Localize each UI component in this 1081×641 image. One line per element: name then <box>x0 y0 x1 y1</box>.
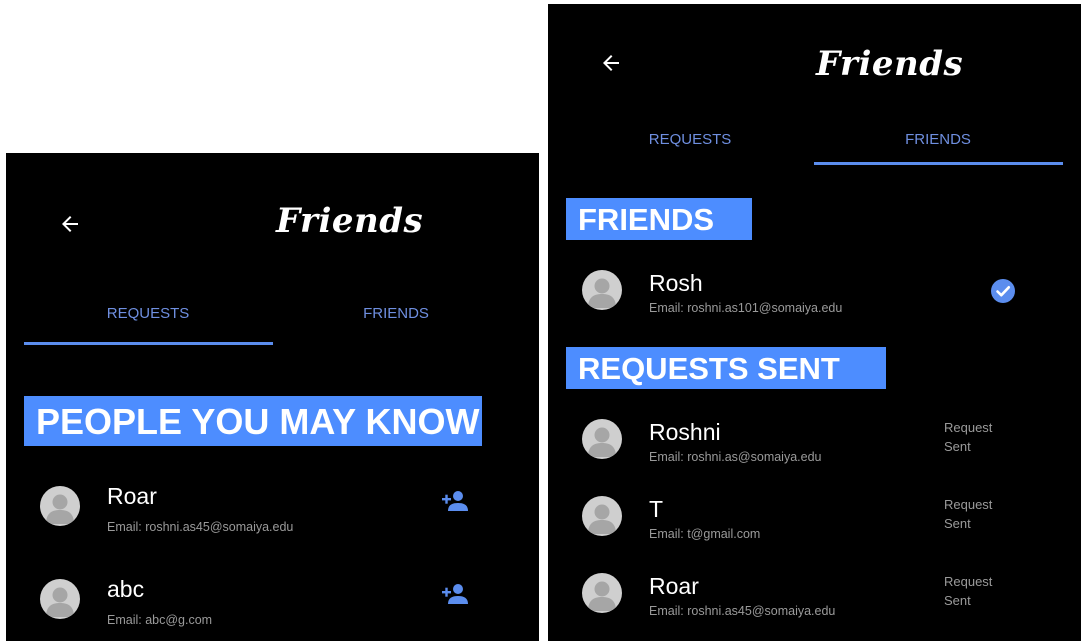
section-header-people-you-may-know: PEOPLE YOU MAY KNOW <box>24 396 482 446</box>
avatar-icon <box>582 496 622 536</box>
request-status-line1: Request <box>944 497 993 512</box>
list-item: T Email: t@gmail.com Request Sent <box>548 494 1081 554</box>
tab-friends[interactable]: FRIENDS <box>814 131 1062 148</box>
avatar-icon <box>582 573 622 613</box>
app-title: Friends <box>276 201 424 241</box>
request-status-line1: Request <box>944 420 993 435</box>
tab-indicator <box>814 162 1063 165</box>
person-email: Email: roshni.as45@somaiya.edu <box>107 520 294 534</box>
request-status-line2: Sent <box>944 439 971 454</box>
request-status-line2: Sent <box>944 593 971 608</box>
request-status: Request Sent <box>944 572 1004 610</box>
tab-requests[interactable]: REQUESTS <box>566 131 814 148</box>
tab-friends[interactable]: FRIENDS <box>272 305 520 322</box>
list-item: Rosh Email: roshni.as101@somaiya.edu <box>548 266 1081 326</box>
request-status: Request Sent <box>944 495 1004 533</box>
list-item: abc Email: abc@g.com <box>6 571 539 631</box>
app-title: Friends <box>816 44 964 84</box>
add-person-icon[interactable] <box>442 583 468 605</box>
tab-requests[interactable]: REQUESTS <box>24 305 272 322</box>
request-status-line1: Request <box>944 574 993 589</box>
back-arrow-icon[interactable] <box>599 51 623 75</box>
person-name: T <box>649 496 664 522</box>
person-name: abc <box>107 576 145 602</box>
back-arrow-icon[interactable] <box>58 212 82 236</box>
person-email: Email: abc@g.com <box>107 613 213 627</box>
avatar-icon <box>40 579 80 619</box>
check-circle-icon <box>991 279 1015 303</box>
section-header-requests-sent: REQUESTS SENT <box>566 347 886 389</box>
person-name: Roar <box>107 483 157 509</box>
request-status-line2: Sent <box>944 516 971 531</box>
right-screen: Friends REQUESTS FRIENDS FRIENDS Rosh Em… <box>548 4 1081 641</box>
section-header-friends: FRIENDS <box>566 198 752 240</box>
add-person-icon[interactable] <box>442 490 468 512</box>
person-name: Rosh <box>649 270 703 296</box>
list-item: Roar Email: roshni.as45@somaiya.edu Requ… <box>548 571 1081 631</box>
left-screen: Friends REQUESTS FRIENDS PEOPLE YOU MAY … <box>6 153 539 641</box>
person-name: Roshni <box>649 419 721 445</box>
request-status: Request Sent <box>944 418 1004 456</box>
list-item: Roar Email: roshni.as45@somaiya.edu <box>6 478 539 538</box>
avatar-icon <box>40 486 80 526</box>
person-email: Email: roshni.as101@somaiya.edu <box>649 301 843 315</box>
tab-indicator <box>24 342 273 345</box>
avatar-icon <box>582 419 622 459</box>
person-email: Email: roshni.as45@somaiya.edu <box>649 604 836 618</box>
list-item: Roshni Email: roshni.as@somaiya.edu Requ… <box>548 417 1081 477</box>
person-email: Email: roshni.as@somaiya.edu <box>649 450 822 464</box>
person-name: Roar <box>649 573 699 599</box>
person-email: Email: t@gmail.com <box>649 527 761 541</box>
avatar-icon <box>582 270 622 310</box>
